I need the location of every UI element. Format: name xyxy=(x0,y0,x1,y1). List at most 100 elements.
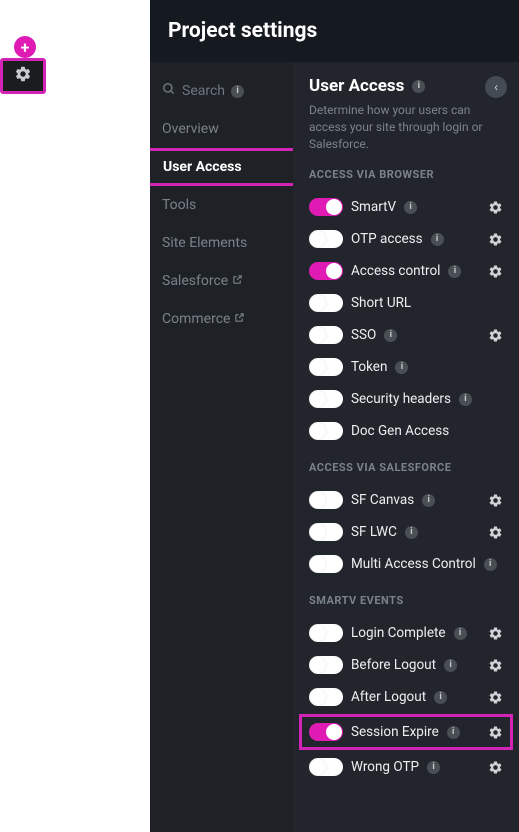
external-link-icon xyxy=(234,312,245,326)
gear-icon[interactable] xyxy=(488,264,503,279)
settings-rail-button[interactable] xyxy=(0,58,46,94)
toggle-switch[interactable] xyxy=(309,230,343,248)
toggle-row-doc-gen-access: Doc Gen Access xyxy=(309,415,503,447)
search-icon xyxy=(162,82,176,100)
toggle-switch[interactable] xyxy=(309,523,343,541)
settings-sidebar: Search i Overview User Access Tools Site El… xyxy=(150,62,293,832)
info-icon[interactable]: i xyxy=(454,627,467,640)
gear-icon[interactable] xyxy=(488,690,503,705)
sidebar-item-site-elements[interactable]: Site Elements xyxy=(150,224,293,262)
gear-icon[interactable] xyxy=(488,760,503,775)
toggle-switch[interactable] xyxy=(309,262,343,280)
toggle-label: Access control xyxy=(351,263,440,279)
search-placeholder: Search xyxy=(182,83,225,99)
toggle-switch[interactable] xyxy=(309,422,343,440)
sidebar-item-label: Commerce xyxy=(162,311,230,327)
settings-content: ‹ User Access i Determine how your users… xyxy=(293,62,519,832)
toggle-knob xyxy=(310,231,326,247)
toggle-switch[interactable] xyxy=(309,358,343,376)
toggle-knob xyxy=(310,625,326,641)
sidebar-item-tools[interactable]: Tools xyxy=(150,186,293,224)
toggle-knob xyxy=(310,423,326,439)
toggle-label: SmartV xyxy=(351,199,396,215)
toggle-switch[interactable] xyxy=(309,326,343,344)
info-icon[interactable]: i xyxy=(444,659,457,672)
toggle-knob xyxy=(310,556,326,572)
back-button[interactable]: ‹ xyxy=(485,76,507,98)
gear-icon[interactable] xyxy=(488,328,503,343)
sidebar-item-commerce[interactable]: Commerce xyxy=(150,300,293,338)
info-icon[interactable]: i xyxy=(422,494,435,507)
info-icon[interactable]: i xyxy=(405,526,418,539)
info-icon[interactable]: i xyxy=(448,265,461,278)
group-label: ACCESS VIA BROWSER xyxy=(309,168,503,181)
info-icon[interactable]: i xyxy=(459,393,472,406)
toggle-label: Login Complete xyxy=(351,625,446,641)
toggle-row-login-complete: Login Complete i xyxy=(309,617,503,649)
toggle-label: Doc Gen Access xyxy=(351,423,449,439)
toggle-switch[interactable] xyxy=(309,294,343,312)
sidebar-item-label: Overview xyxy=(162,121,219,137)
info-icon[interactable]: i xyxy=(384,329,397,342)
info-icon[interactable]: i xyxy=(484,558,497,571)
toggle-knob xyxy=(310,524,326,540)
gear-icon[interactable] xyxy=(488,626,503,641)
toggle-label: SF LWC xyxy=(351,524,397,540)
toggle-switch[interactable] xyxy=(309,723,343,741)
gear-icon[interactable] xyxy=(488,658,503,673)
toggle-switch[interactable] xyxy=(309,555,343,573)
toggle-knob xyxy=(326,199,342,215)
sidebar-item-label: Salesforce xyxy=(162,273,228,289)
sidebar-item-overview[interactable]: Overview xyxy=(150,110,293,148)
toggle-switch[interactable] xyxy=(309,688,343,706)
toggle-label: Security headers xyxy=(351,391,451,407)
toggle-knob xyxy=(326,263,342,279)
toggle-row-wrong-otp: Wrong OTP i xyxy=(309,751,503,783)
gear-icon[interactable] xyxy=(488,725,503,740)
toggle-knob xyxy=(310,359,326,375)
toggle-knob xyxy=(310,689,326,705)
toggle-label: Wrong OTP xyxy=(351,759,419,775)
toggle-label: Before Logout xyxy=(351,657,436,673)
sidebar-item-label: Site Elements xyxy=(162,235,247,251)
info-icon[interactable]: i xyxy=(447,726,460,739)
toggle-row-multi-access-control: Multi Access Control i xyxy=(309,548,503,580)
info-icon[interactable]: i xyxy=(412,80,425,93)
toggle-row-smartv: SmartV i xyxy=(309,191,503,223)
panel-body: Search i Overview User Access Tools Site El… xyxy=(150,62,519,832)
sidebar-item-label: User Access xyxy=(163,159,242,175)
toggle-row-security-headers: Security headers i xyxy=(309,383,503,415)
content-description: Determine how your users can access your… xyxy=(309,102,489,152)
toggle-label: Multi Access Control xyxy=(351,556,476,572)
sidebar-item-salesforce[interactable]: Salesforce xyxy=(150,262,293,300)
search-input[interactable]: Search i xyxy=(150,72,293,110)
toggle-row-before-logout: Before Logout i xyxy=(309,649,503,681)
info-icon[interactable]: i xyxy=(404,201,417,214)
add-badge[interactable]: + xyxy=(14,36,36,58)
external-link-icon xyxy=(232,274,243,288)
toggle-switch[interactable] xyxy=(309,758,343,776)
gear-icon[interactable] xyxy=(488,525,503,540)
toggle-switch[interactable] xyxy=(309,656,343,674)
info-icon[interactable]: i xyxy=(431,233,444,246)
gear-icon[interactable] xyxy=(488,493,503,508)
toggle-switch[interactable] xyxy=(309,491,343,509)
toggle-row-sso: SSO i xyxy=(309,319,503,351)
gear-icon[interactable] xyxy=(488,232,503,247)
toggle-row-sf-lwc: SF LWC i xyxy=(309,516,503,548)
toggle-label: SSO xyxy=(351,327,376,343)
info-icon[interactable]: i xyxy=(395,361,408,374)
panel-title: Project settings xyxy=(168,19,317,43)
gear-icon[interactable] xyxy=(488,200,503,215)
toggle-row-otp-access: OTP accessi xyxy=(309,223,503,255)
toggle-row-token: Tokeni xyxy=(309,351,503,383)
sidebar-item-user-access[interactable]: User Access xyxy=(150,148,298,186)
toggle-label: Token xyxy=(351,359,387,375)
toggle-switch[interactable] xyxy=(309,198,343,216)
info-icon[interactable]: i xyxy=(427,761,440,774)
info-icon[interactable]: i xyxy=(434,691,447,704)
toggle-switch[interactable] xyxy=(309,624,343,642)
chevron-left-icon: ‹ xyxy=(494,80,498,94)
group-label: SMARTV EVENTS xyxy=(309,594,503,607)
toggle-switch[interactable] xyxy=(309,390,343,408)
